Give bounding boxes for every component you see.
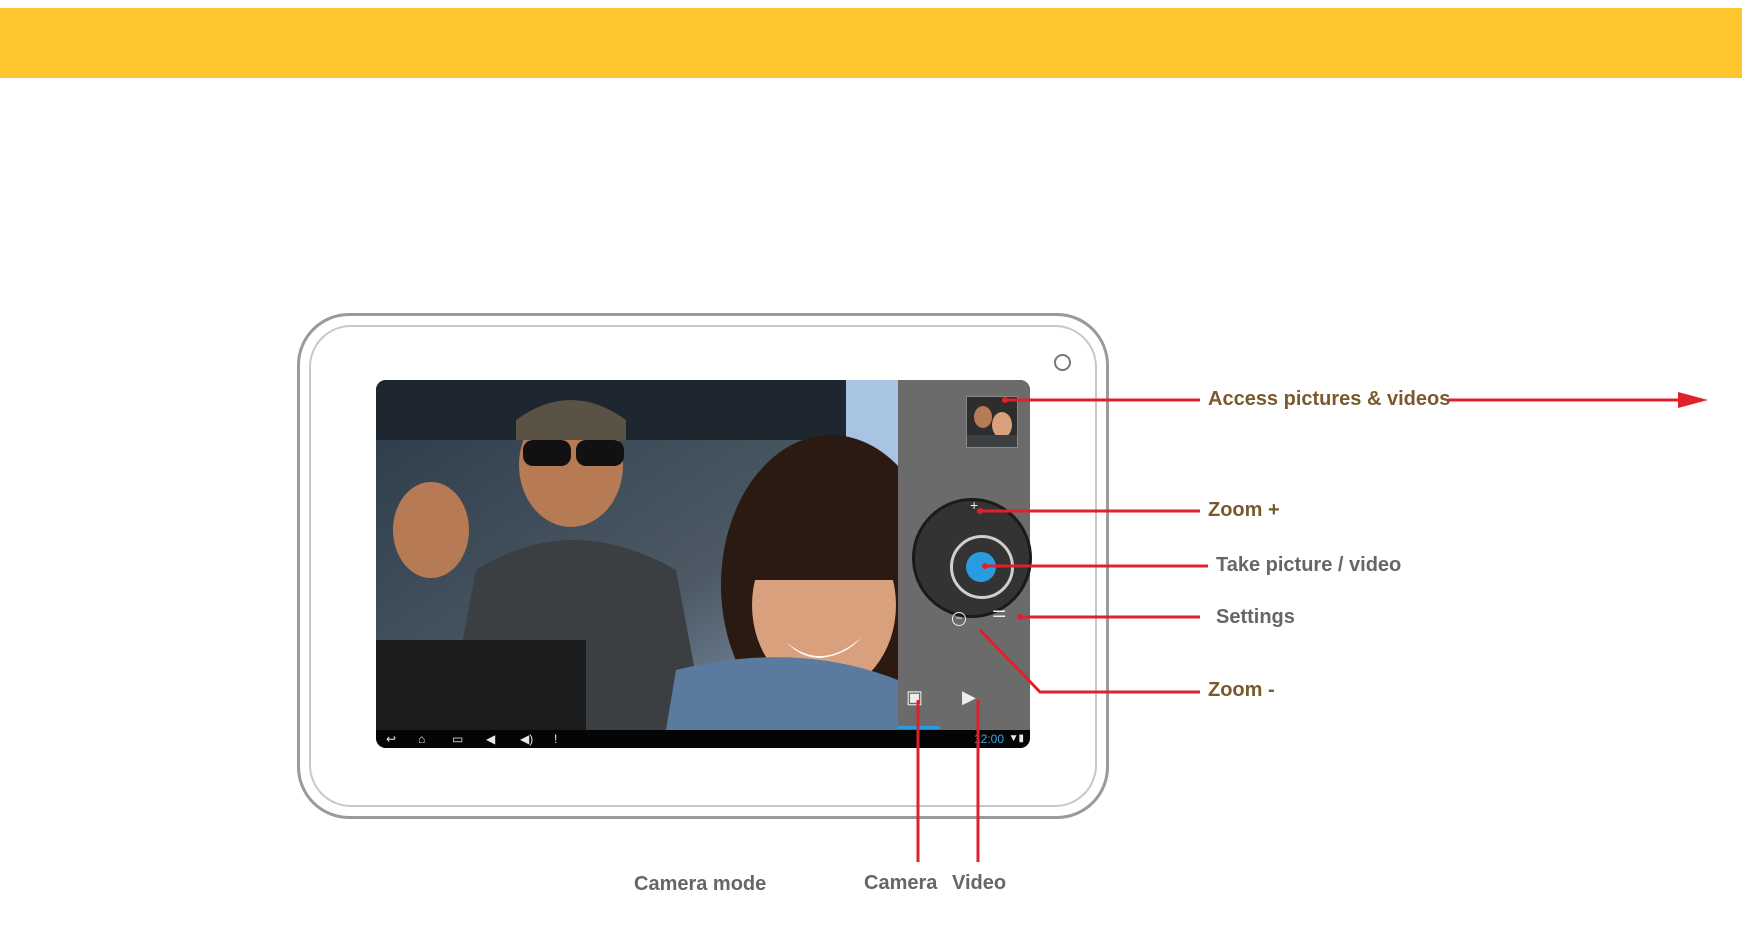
label-access-pictures-videos: Access pictures & videos — [1208, 388, 1451, 410]
label-camera-mode: Camera mode — [634, 873, 767, 895]
callout-dot-settings — [1017, 614, 1023, 620]
label-zoom-plus: Zoom + — [1208, 499, 1280, 521]
callout-dot-take — [982, 563, 988, 569]
label-zoom-minus: Zoom - — [1208, 679, 1275, 701]
label-camera: Camera — [864, 872, 938, 894]
callout-arrowhead — [1678, 392, 1708, 408]
label-settings: Settings — [1216, 606, 1295, 628]
callout-dot-zoom-plus — [977, 508, 983, 514]
callout-lines — [916, 392, 1708, 862]
callout-line-zoom-minus — [978, 628, 1200, 694]
label-take-picture-video: Take picture / video — [1216, 554, 1402, 576]
callout-dot-access — [1002, 397, 1008, 403]
label-video: Video — [952, 872, 1007, 894]
